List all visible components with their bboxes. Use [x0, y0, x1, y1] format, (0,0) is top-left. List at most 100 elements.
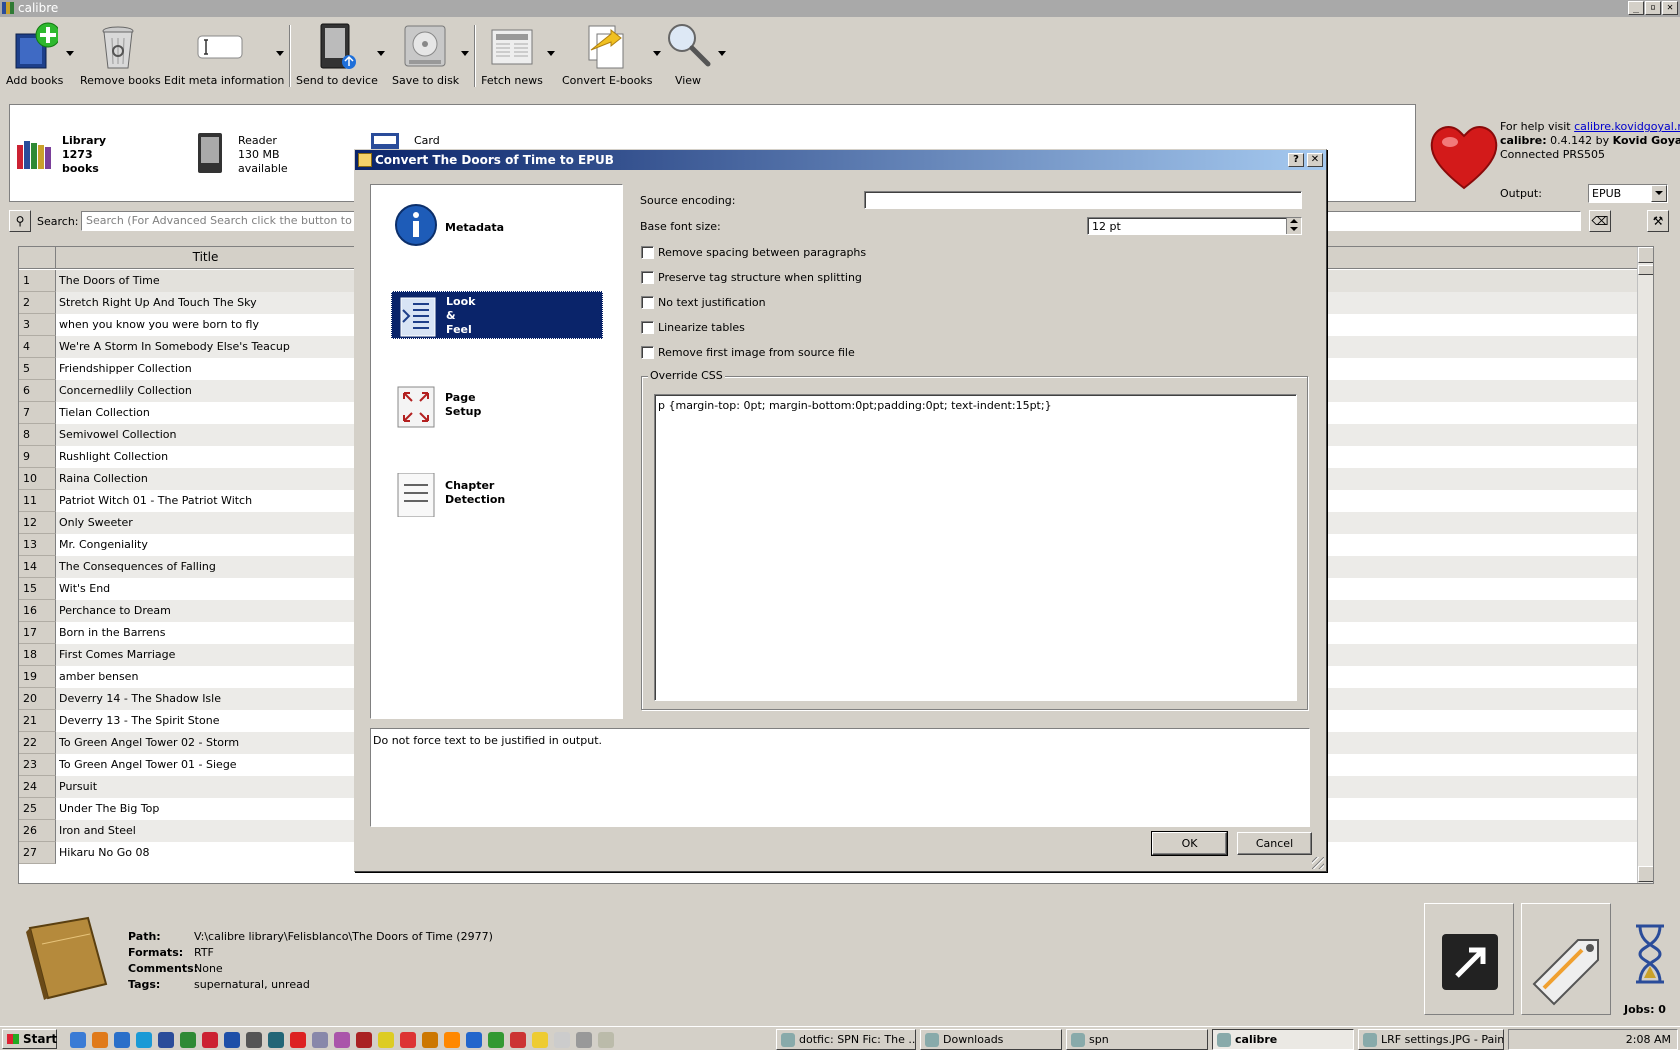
- edit-meta-button[interactable]: Edit meta information: [164, 22, 284, 87]
- row-title: Semivowel Collection: [59, 428, 177, 441]
- start-button[interactable]: Start: [2, 1029, 57, 1049]
- convert-ebooks-button[interactable]: Convert E-books: [562, 22, 652, 87]
- nav-item-chapter-detection[interactable]: Chapter Detection: [391, 471, 603, 519]
- send-to-device-button[interactable]: Send to device: [296, 22, 378, 87]
- view-button[interactable]: View: [664, 22, 712, 87]
- quicklaunch-icon[interactable]: [532, 1032, 548, 1048]
- dialog-close-button[interactable]: ✕: [1307, 153, 1323, 167]
- quicklaunch-icon[interactable]: [356, 1032, 372, 1048]
- taskbar-item-calibre[interactable]: calibre: [1212, 1029, 1354, 1050]
- quicklaunch-icon[interactable]: [576, 1032, 592, 1048]
- conversion-sections-list: Metadata Look & Feel Page Setup Chapter …: [370, 184, 623, 719]
- preserve-tag-checkbox[interactable]: [641, 271, 654, 284]
- quicklaunch-icon[interactable]: [136, 1032, 152, 1048]
- jobs-indicator[interactable]: Jobs: 0: [1620, 920, 1678, 1020]
- quicklaunch-icon[interactable]: [378, 1032, 394, 1048]
- remove-spacing-checkbox[interactable]: [641, 246, 654, 259]
- taskbar-item-spn[interactable]: spn: [1066, 1029, 1208, 1050]
- config-icon[interactable]: ⚒: [1647, 210, 1669, 232]
- remove-first-image-checkbox[interactable]: [641, 346, 654, 359]
- nav-item-page-setup[interactable]: Page Setup: [391, 383, 603, 431]
- quicklaunch-icon[interactable]: [158, 1032, 174, 1048]
- quicklaunch-icon[interactable]: [268, 1032, 284, 1048]
- quicklaunch-icon[interactable]: [290, 1032, 306, 1048]
- reader-device-icon: [311, 22, 359, 70]
- book-formats: RTF: [194, 946, 214, 959]
- quicklaunch-icon[interactable]: [334, 1032, 350, 1048]
- tag-editor-button[interactable]: [1521, 903, 1611, 1015]
- source-encoding-input[interactable]: [864, 191, 1302, 209]
- quicklaunch-icon[interactable]: [92, 1032, 108, 1048]
- quicklaunch-icon[interactable]: [466, 1032, 482, 1048]
- row-number: 7: [19, 402, 56, 424]
- quicklaunch-icon[interactable]: [444, 1032, 460, 1048]
- base-font-size-stepper[interactable]: 12 pt: [1087, 217, 1302, 235]
- hard-disk-icon: [401, 22, 449, 70]
- save-to-disk-dropdown[interactable]: [461, 51, 469, 56]
- website-link[interactable]: calibre.kovidgoyal.net: [1574, 120, 1680, 133]
- search-label: Search:: [37, 215, 79, 228]
- add-books-button[interactable]: Add books: [6, 22, 63, 87]
- remove-books-button[interactable]: Remove books: [80, 22, 161, 87]
- quicklaunch-icon[interactable]: [554, 1032, 570, 1048]
- maximize-button[interactable]: ▫: [1645, 1, 1661, 15]
- no-justification-checkbox[interactable]: [641, 296, 654, 309]
- override-css-editor[interactable]: p {margin-top: 0pt; margin-bottom:0pt;pa…: [654, 394, 1297, 701]
- row-number: 23: [19, 754, 56, 776]
- edit-meta-dropdown[interactable]: [276, 51, 284, 56]
- taskbar: Start dotfic: SPN Fic: The ... Downloads…: [0, 1026, 1680, 1050]
- quicklaunch-icon[interactable]: [70, 1032, 86, 1048]
- quicklaunch-icon[interactable]: [180, 1032, 196, 1048]
- nav-item-metadata[interactable]: Metadata: [391, 201, 603, 249]
- window-title: calibre: [18, 1, 59, 15]
- taskbar-item-downloads[interactable]: Downloads: [920, 1029, 1062, 1050]
- close-window-button[interactable]: ✕: [1662, 1, 1678, 15]
- quicklaunch-icon[interactable]: [598, 1032, 614, 1048]
- open-book-button[interactable]: [1424, 903, 1514, 1015]
- quicklaunch-icon[interactable]: [422, 1032, 438, 1048]
- taskbar-item-paint[interactable]: LRF settings.JPG - Paint: [1358, 1029, 1504, 1050]
- scroll-down-arrow[interactable]: [1638, 866, 1653, 882]
- clear-search-button[interactable]: ⌫: [1589, 210, 1611, 232]
- dialog-title: Convert The Doors of Time to EPUB: [375, 153, 614, 167]
- linearize-tables-checkbox[interactable]: [641, 321, 654, 334]
- spinner-arrows-icon[interactable]: [1286, 218, 1301, 234]
- row-number: 21: [19, 710, 56, 732]
- quicklaunch-icon[interactable]: [312, 1032, 328, 1048]
- nav-item-look-and-feel[interactable]: Look & Feel: [391, 291, 603, 339]
- quicklaunch-icon[interactable]: [246, 1032, 262, 1048]
- minimize-button[interactable]: _: [1628, 1, 1644, 15]
- reader-device-icon: [192, 133, 228, 173]
- fetch-news-button[interactable]: Fetch news: [480, 22, 544, 87]
- magnifier-icon: [664, 22, 712, 70]
- ok-button[interactable]: OK: [1151, 831, 1228, 856]
- page-setup-icon: [394, 385, 438, 429]
- quicklaunch-icon[interactable]: [510, 1032, 526, 1048]
- quicklaunch-icon[interactable]: [202, 1032, 218, 1048]
- quicklaunch-icon[interactable]: [400, 1032, 416, 1048]
- book-path: V:\calibre library\Felisblanco\The Doors…: [194, 930, 493, 943]
- quicklaunch-icon[interactable]: [114, 1032, 130, 1048]
- convert-dropdown[interactable]: [653, 51, 661, 56]
- scroll-up-arrow[interactable]: [1638, 247, 1653, 263]
- add-books-dropdown[interactable]: [66, 51, 74, 56]
- scroll-thumb[interactable]: [1638, 265, 1653, 275]
- quicklaunch-icon[interactable]: [488, 1032, 504, 1048]
- column-header-title[interactable]: Title: [56, 247, 356, 269]
- book-tags: supernatural, unread: [194, 978, 310, 991]
- send-to-device-dropdown[interactable]: [377, 51, 385, 56]
- save-to-disk-button[interactable]: Save to disk: [392, 22, 459, 87]
- view-dropdown[interactable]: [718, 51, 726, 56]
- row-number: 6: [19, 380, 56, 402]
- taskbar-item-dotfic[interactable]: dotfic: SPN Fic: The ...: [776, 1029, 916, 1050]
- vertical-scrollbar[interactable]: [1637, 247, 1653, 883]
- resize-grip[interactable]: [1312, 857, 1324, 869]
- advanced-search-button[interactable]: ⚲: [9, 210, 31, 232]
- cancel-button[interactable]: Cancel: [1237, 832, 1312, 855]
- row-title: To Green Angel Tower 02 - Storm: [59, 736, 240, 749]
- fetch-news-dropdown[interactable]: [547, 51, 555, 56]
- row-number: 19: [19, 666, 56, 688]
- output-format-select[interactable]: EPUB: [1588, 184, 1668, 203]
- help-button[interactable]: ?: [1288, 153, 1304, 167]
- quicklaunch-icon[interactable]: [224, 1032, 240, 1048]
